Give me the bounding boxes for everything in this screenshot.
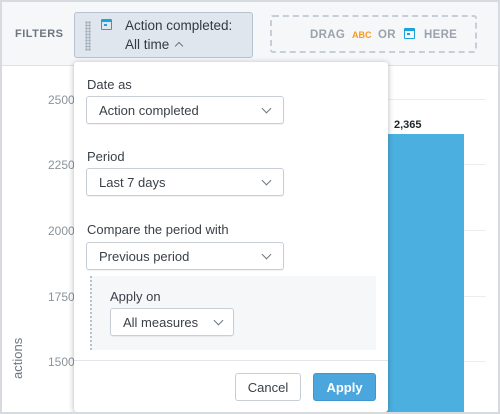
apply-on-value: All measures: [123, 315, 199, 330]
chevron-down-icon: [261, 103, 272, 114]
calendar-icon: [101, 19, 112, 30]
footer-divider: [74, 360, 388, 361]
dropzone-drag-text: DRAG: [310, 29, 346, 41]
date-as-label: Date as: [87, 77, 132, 92]
y-tick-label: 2000: [48, 224, 75, 238]
bar-data-label: 2,365: [394, 119, 422, 132]
apply-button[interactable]: Apply: [313, 373, 376, 401]
dropzone-here-text: HERE: [424, 29, 458, 41]
abc-attribute-icon: ABC: [352, 30, 372, 40]
date-filter-dropdown: Date as Action completed Period Last 7 d…: [74, 62, 388, 412]
date-filter-value: All time: [125, 37, 170, 52]
filter-bar: FILTERS Action completed: All time DRAG …: [2, 2, 498, 66]
compare-select[interactable]: Previous period: [86, 242, 284, 270]
app-frame: 2500 2250 2000 1750 1500 2,365 actions F…: [0, 0, 500, 414]
date-filter-title: Action completed:: [125, 18, 233, 33]
calendar-icon: [404, 28, 415, 39]
dropzone-or-text: OR: [378, 29, 396, 41]
chevron-up-icon: [175, 41, 184, 51]
chevron-down-icon: [261, 249, 272, 260]
chart-bar[interactable]: [386, 134, 464, 412]
date-as-value: Action completed: [99, 103, 199, 118]
apply-on-label: Apply on: [110, 289, 161, 304]
chevron-down-icon: [213, 315, 224, 326]
y-tick-label: 1500: [48, 355, 75, 369]
period-label: Period: [87, 149, 125, 164]
cancel-button[interactable]: Cancel: [235, 373, 301, 401]
filters-label: FILTERS: [15, 28, 64, 40]
apply-on-select[interactable]: All measures: [110, 308, 234, 336]
date-as-select[interactable]: Action completed: [86, 96, 284, 124]
compare-label: Compare the period with: [87, 222, 229, 237]
period-value: Last 7 days: [99, 175, 166, 190]
compare-value: Previous period: [99, 249, 190, 264]
drag-handle-icon[interactable]: [85, 21, 91, 51]
chevron-down-icon: [261, 175, 272, 186]
period-select[interactable]: Last 7 days: [86, 168, 284, 196]
y-tick-label: 1750: [48, 290, 75, 304]
date-filter-button[interactable]: Action completed: All time: [74, 12, 253, 58]
filter-dropzone[interactable]: DRAG ABC OR HERE: [270, 15, 477, 53]
apply-on-section: Apply on All measures: [90, 276, 376, 350]
y-tick-label: 2500: [48, 93, 75, 107]
date-filter-value-row: All time: [125, 37, 184, 52]
y-tick-label: 2250: [48, 158, 75, 172]
y-axis-title: actions: [10, 337, 25, 379]
